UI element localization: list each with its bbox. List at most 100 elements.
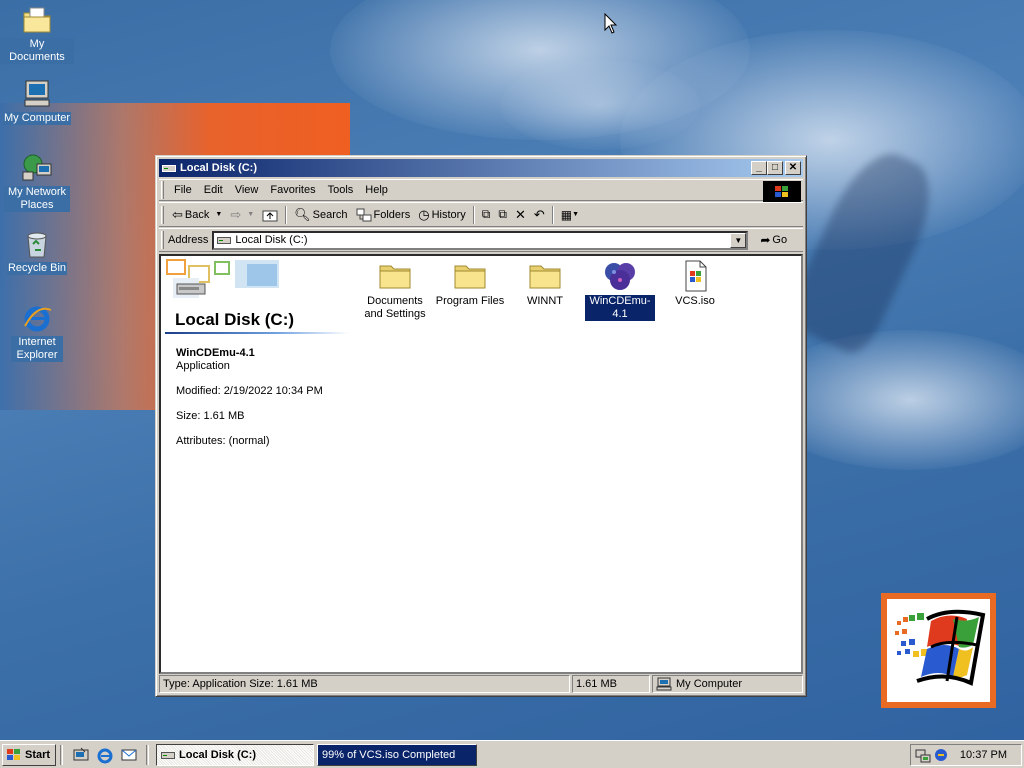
wincdemu-icon	[605, 263, 635, 290]
show-desktop-icon[interactable]	[72, 746, 90, 764]
menu-tools[interactable]: Tools	[322, 184, 360, 196]
status-size: 1.61 MB	[572, 675, 650, 693]
system-tray: 10:37 PM	[910, 744, 1022, 766]
menu-bar: File Edit View Favorites Tools Help	[159, 179, 803, 202]
menu-favorites[interactable]: Favorites	[264, 184, 321, 196]
address-bar: Address Local Disk (C:) ▼ ➦ Go	[159, 228, 803, 252]
desktop-icon-my-network-places[interactable]: My Network Places	[0, 152, 74, 212]
folders-icon	[356, 208, 372, 221]
delete-x-icon: ✕	[514, 206, 526, 222]
address-value: Local Disk (C:)	[235, 234, 308, 246]
drive-icon	[161, 752, 175, 759]
taskbar: Start Local Disk (C:) 99% of VCS.iso Com…	[0, 740, 1024, 768]
history-button[interactable]: ◷ History	[414, 204, 470, 226]
forward-button[interactable]: ⇨ ▼	[226, 204, 258, 226]
task-label: 99% of VCS.iso Completed	[322, 749, 456, 761]
explorer-window: Local Disk (C:) _ □ ✕ File Edit View Fav…	[155, 155, 807, 697]
windows-flag-icon	[7, 749, 20, 760]
webview-decoration-graphic	[166, 259, 279, 298]
windows-2000-logo	[881, 593, 996, 708]
undo-icon: ↶	[533, 206, 545, 222]
back-label: Back	[184, 208, 210, 221]
folder-icon	[379, 265, 411, 289]
clock[interactable]: 10:37 PM	[960, 749, 1007, 761]
desktop-icon-recycle-bin[interactable]: Recycle Bin	[0, 228, 74, 275]
undo-button[interactable]: ↶	[530, 204, 549, 226]
address-input[interactable]: Local Disk (C:) ▼	[212, 230, 749, 250]
start-label: Start	[25, 749, 51, 761]
internet-explorer-quicklaunch-icon[interactable]	[96, 746, 114, 764]
windows-flag-logo-icon	[895, 609, 986, 686]
search-icon: 🔍︎	[294, 206, 311, 222]
views-grid-icon: ▦	[560, 207, 573, 222]
task-label: Local Disk (C:)	[179, 749, 257, 761]
desktop-icon-my-documents[interactable]: My Documents	[0, 4, 74, 64]
windows-throbber-icon	[763, 181, 801, 202]
menu-file[interactable]: File	[168, 184, 198, 196]
folders-button[interactable]: Folders	[352, 204, 415, 226]
chevron-down-icon: ▼	[734, 235, 743, 245]
back-arrow-icon: ⇦	[172, 206, 183, 222]
drive-icon	[217, 237, 232, 244]
forward-arrow-icon: ⇨	[230, 206, 242, 222]
go-button[interactable]: ➦ Go	[756, 229, 791, 251]
close-button[interactable]: ✕	[785, 161, 801, 175]
menu-edit[interactable]: Edit	[198, 184, 229, 196]
search-label: Search	[312, 208, 348, 221]
menu-view[interactable]: View	[229, 184, 265, 196]
maximize-button[interactable]: □	[767, 161, 783, 175]
file-name: WINNT	[526, 295, 564, 307]
file-item-vcs-iso[interactable]: VCS.iso	[657, 260, 733, 308]
volume-tray-icon[interactable]	[933, 747, 949, 763]
start-button[interactable]: Start	[2, 744, 56, 766]
file-name: VCS.iso	[675, 295, 715, 307]
file-item-winnt[interactable]: WINNT	[507, 260, 583, 308]
status-zone: My Computer	[652, 675, 803, 693]
go-arrow-icon: ➦	[760, 233, 771, 247]
chevron-down-icon: ▼	[572, 211, 580, 218]
taskbar-task-local-disk[interactable]: Local Disk (C:)	[156, 744, 314, 766]
selected-item-size: Size: 1.61 MB	[176, 410, 245, 422]
desktop-icon-my-computer[interactable]: My Computer	[0, 78, 74, 125]
status-zone-label: My Computer	[676, 678, 743, 690]
copy-to-icon: ⧉	[498, 207, 507, 221]
file-item-wincdemu[interactable]: WinCDEmu-4.1	[582, 260, 658, 321]
folder-icon	[529, 265, 561, 289]
address-dropdown-button[interactable]: ▼	[730, 232, 747, 248]
outlook-express-icon[interactable]	[120, 746, 138, 764]
network-tray-icon[interactable]	[915, 747, 931, 763]
file-name: Program Files	[435, 295, 505, 307]
minimize-button[interactable]: _	[751, 161, 767, 175]
taskbar-task-copy-progress[interactable]: 99% of VCS.iso Completed	[317, 744, 477, 766]
file-item-program-files[interactable]: Program Files	[432, 260, 508, 308]
computer-icon	[656, 677, 672, 691]
selected-item-attributes: Attributes: (normal)	[176, 435, 270, 447]
copy-to-button[interactable]: ⧉	[494, 204, 511, 226]
views-button[interactable]: ▦ ▼	[557, 204, 583, 226]
file-name: WinCDEmu-4.1	[585, 295, 655, 321]
desktop-icon-label: My Computer	[2, 112, 72, 125]
desktop-icon-internet-explorer[interactable]: Internet Explorer	[0, 302, 74, 362]
up-folder-icon	[262, 210, 278, 221]
folder-content-area[interactable]: Local Disk (C:) WinCDEmu-4.1 Application…	[159, 254, 803, 674]
up-folder-button[interactable]	[258, 204, 282, 226]
back-button[interactable]: ⇦ Back ▼	[168, 204, 226, 226]
folder-icon	[454, 265, 486, 289]
folder-title: Local Disk (C:)	[175, 310, 295, 329]
window-titlebar[interactable]: Local Disk (C:) _ □ ✕	[159, 159, 803, 177]
selected-item-modified: Modified: 2/19/2022 10:34 PM	[176, 385, 323, 397]
folders-label: Folders	[373, 208, 411, 221]
mouse-cursor-icon	[604, 13, 618, 34]
selected-item-name: WinCDEmu-4.1	[176, 347, 255, 359]
menu-help[interactable]: Help	[359, 184, 394, 196]
network-icon	[22, 154, 52, 181]
standard-toolbar: ⇦ Back ▼ ⇨ ▼ 🔍︎ Search Folders ◷ History…	[159, 202, 803, 227]
delete-button[interactable]: ✕	[511, 204, 530, 226]
file-item-documents-and-settings[interactable]: Documents and Settings	[357, 260, 433, 321]
drive-icon	[162, 165, 176, 172]
address-label: Address	[168, 234, 209, 246]
history-clock-icon: ◷	[418, 206, 430, 222]
file-name: Documents and Settings	[364, 295, 426, 320]
search-button[interactable]: 🔍︎ Search	[290, 204, 351, 226]
move-to-button[interactable]: ⧉	[478, 204, 495, 226]
